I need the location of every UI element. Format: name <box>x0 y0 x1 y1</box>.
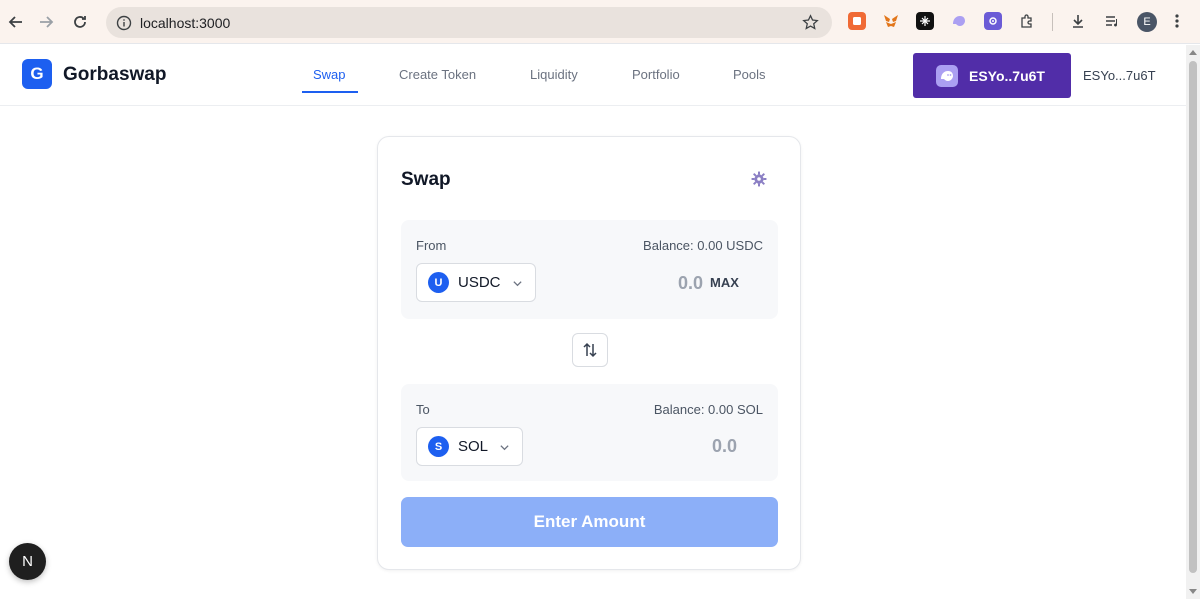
profile-avatar[interactable]: E <box>1137 12 1157 32</box>
settings-gear-icon[interactable] <box>750 170 768 188</box>
address-bar[interactable]: localhost:3000 <box>106 7 832 38</box>
nav-swap[interactable]: Swap <box>313 67 346 82</box>
from-label: From <box>416 238 447 253</box>
swap-card: Swap From Balance: 0.00 USDC U USDC 0.0 … <box>377 136 801 570</box>
swap-arrows-icon <box>583 342 597 358</box>
wallet-button-label: ESYo..7u6T <box>969 67 1045 84</box>
phantom-wallet-icon <box>936 64 958 87</box>
from-token-name: USDC <box>458 274 501 291</box>
nav-pools[interactable]: Pools <box>733 67 766 82</box>
media-control-icon[interactable] <box>1103 12 1121 30</box>
wallet-address: ESYo...7u6T <box>1083 68 1156 83</box>
capture-extension-icon[interactable] <box>848 12 866 30</box>
toolbar-divider <box>1052 13 1053 31</box>
nextjs-devtools-badge[interactable]: N <box>9 543 46 580</box>
metamask-icon[interactable] <box>882 12 900 30</box>
swap-direction-button[interactable] <box>572 333 608 367</box>
nav-liquidity[interactable]: Liquidity <box>530 67 578 82</box>
reload-icon[interactable] <box>68 10 92 34</box>
chevron-down-icon <box>513 281 522 287</box>
chevron-down-icon <box>500 445 509 451</box>
scroll-up-icon[interactable] <box>1189 50 1197 55</box>
to-panel: To Balance: 0.00 SOL S SOL 0.0 <box>401 384 778 481</box>
from-balance: Balance: 0.00 USDC <box>643 238 763 253</box>
download-icon[interactable] <box>1069 12 1087 30</box>
nav-portfolio[interactable]: Portfolio <box>632 67 680 82</box>
page-scrollbar[interactable] <box>1186 45 1200 599</box>
nav-create-token[interactable]: Create Token <box>399 67 476 82</box>
logo-icon[interactable]: G <box>22 59 52 89</box>
url-text: localhost:3000 <box>140 15 231 31</box>
browser-menu-icon[interactable] <box>1168 12 1186 30</box>
scroll-thumb[interactable] <box>1189 61 1197 573</box>
to-token-select[interactable]: S SOL <box>416 427 523 466</box>
max-button[interactable]: MAX <box>710 275 739 290</box>
gear-extension-icon[interactable] <box>984 12 1002 30</box>
x-extension-icon[interactable] <box>916 12 934 30</box>
puzzle-icon[interactable] <box>1018 12 1036 30</box>
browser-toolbar: localhost:3000 E <box>0 0 1200 44</box>
sol-token-icon: S <box>428 436 449 457</box>
to-token-name: SOL <box>458 438 489 455</box>
brand-name[interactable]: Gorbaswap <box>63 64 166 86</box>
from-token-select[interactable]: U USDC <box>416 263 536 302</box>
bookmark-star-icon[interactable] <box>801 13 820 32</box>
app-header: G Gorbaswap Swap Create Token Liquidity … <box>0 45 1186 106</box>
nav-active-indicator <box>302 91 358 93</box>
usdc-token-icon: U <box>428 272 449 293</box>
to-amount-output: 0.0 <box>712 436 738 456</box>
forward-icon[interactable] <box>34 10 58 34</box>
site-info-icon[interactable] <box>114 13 133 32</box>
swap-title: Swap <box>401 169 451 190</box>
enter-amount-button[interactable]: Enter Amount <box>401 497 778 547</box>
to-balance: Balance: 0.00 SOL <box>653 402 763 417</box>
to-label: To <box>416 402 430 417</box>
scroll-down-icon[interactable] <box>1189 589 1197 594</box>
from-amount-input[interactable]: 0.0 <box>678 273 703 294</box>
back-icon[interactable] <box>4 10 28 34</box>
from-panel: From Balance: 0.00 USDC U USDC 0.0 MAX <box>401 220 778 319</box>
wallet-button[interactable]: ESYo..7u6T <box>913 53 1071 98</box>
phantom-icon[interactable] <box>950 12 968 30</box>
